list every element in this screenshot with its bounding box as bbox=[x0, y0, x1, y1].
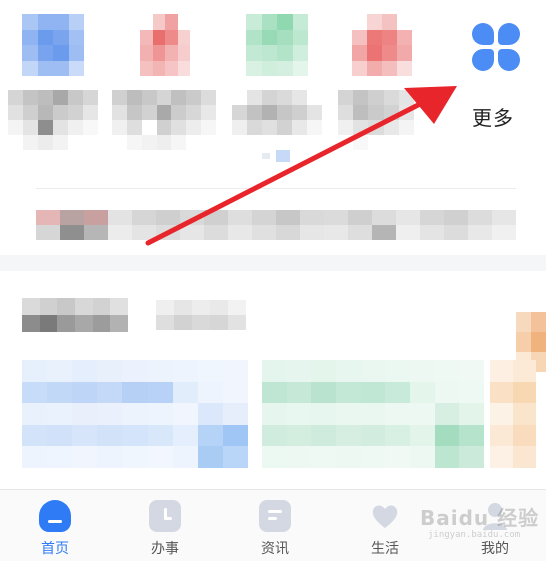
service-card-green[interactable] bbox=[262, 360, 484, 468]
clock-icon bbox=[149, 500, 181, 532]
watermark-url: jingyan.baidu.com bbox=[428, 530, 521, 540]
app-label-4 bbox=[338, 90, 414, 150]
tab-label: 我的 bbox=[481, 541, 509, 557]
section-gap bbox=[0, 255, 546, 271]
service-card-blue[interactable] bbox=[22, 360, 248, 468]
page-indicator bbox=[262, 150, 292, 162]
app-icon-4[interactable] bbox=[352, 14, 412, 76]
tab-label: 首页 bbox=[41, 541, 69, 557]
section-subtitle[interactable] bbox=[156, 300, 246, 330]
grid-more-icon[interactable] bbox=[472, 23, 520, 71]
tab-services[interactable]: 办事 bbox=[125, 500, 205, 560]
divider bbox=[36, 188, 516, 189]
tab-label: 生活 bbox=[371, 541, 399, 557]
app-icon-1[interactable] bbox=[22, 14, 84, 76]
more-label[interactable]: 更多 bbox=[472, 102, 514, 131]
news-icon bbox=[259, 500, 291, 532]
home-icon bbox=[39, 500, 71, 532]
tab-life[interactable]: 生活 bbox=[345, 500, 425, 560]
annotation-arrow-icon bbox=[145, 86, 457, 246]
tab-home[interactable]: 首页 bbox=[15, 500, 95, 560]
app-label-2 bbox=[112, 90, 216, 150]
tab-news[interactable]: 资讯 bbox=[235, 500, 315, 560]
app-label-3 bbox=[232, 90, 322, 150]
notice-bar[interactable] bbox=[36, 210, 516, 240]
service-card-orange[interactable] bbox=[490, 360, 536, 468]
heart-icon bbox=[369, 500, 401, 532]
tab-label: 资讯 bbox=[261, 541, 289, 557]
app-icon-3[interactable] bbox=[246, 14, 308, 76]
section-title bbox=[22, 298, 128, 332]
app-label-1 bbox=[8, 90, 98, 150]
app-icon-2[interactable] bbox=[140, 14, 190, 76]
tab-label: 办事 bbox=[151, 541, 179, 557]
watermark: Baidu 经验 bbox=[420, 506, 540, 530]
